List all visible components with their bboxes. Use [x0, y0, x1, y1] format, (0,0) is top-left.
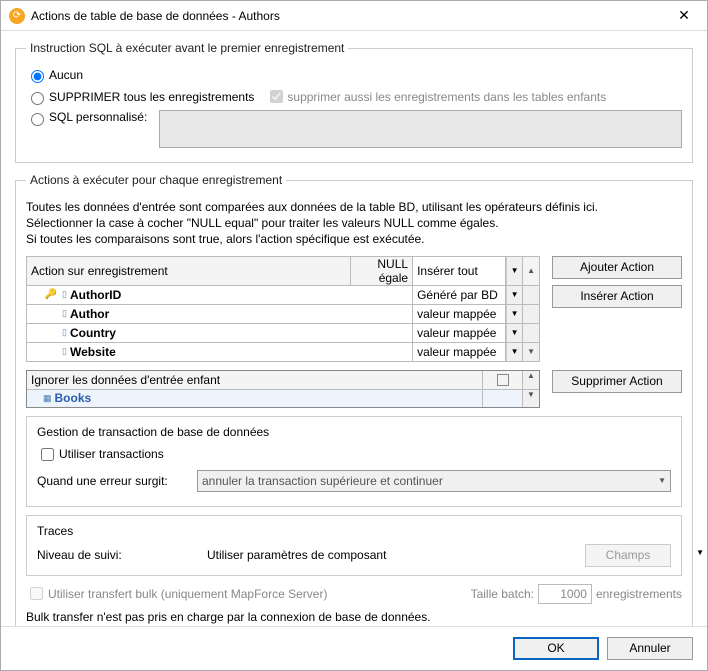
traces-group: Traces Niveau de suivi: Utiliser paramèt…: [26, 515, 682, 576]
bulk-transfer-checkbox: [30, 587, 43, 600]
col-header-action: Action sur enregistrement: [27, 256, 351, 285]
insert-action-button[interactable]: Insérer Action: [552, 285, 682, 308]
ok-button[interactable]: OK: [513, 637, 599, 660]
column-icon: ▯: [62, 346, 67, 357]
trace-level-label: Niveau de suivi:: [37, 548, 197, 562]
check-delete-children-label: supprimer aussi les enregistrements dans…: [287, 90, 606, 104]
actions-legend: Actions à exécuter pour chaque enregistr…: [26, 173, 286, 187]
custom-sql-textarea[interactable]: [159, 110, 682, 148]
column-icon: ▯: [62, 308, 67, 319]
transaction-group: Gestion de transaction de base de donnée…: [26, 416, 682, 507]
radio-none[interactable]: [31, 70, 44, 83]
use-transactions-checkbox[interactable]: [41, 448, 54, 461]
column-icon: ▯: [62, 327, 67, 338]
value-dropdown[interactable]: valeur mappée▼: [413, 343, 522, 361]
sql-before-group: Instruction SQL à exécuter avant le prem…: [15, 41, 693, 163]
delete-action-button[interactable]: Supprimer Action: [552, 370, 682, 393]
column-icon: ▯: [62, 289, 67, 300]
scroll-down-icon[interactable]: ▼: [523, 342, 540, 361]
bulk-transfer-label: Utiliser transfert bulk (uniquement MapF…: [48, 587, 327, 601]
titlebar: ⟳ Actions de table de base de données - …: [1, 1, 707, 31]
cancel-button[interactable]: Annuler: [607, 637, 693, 660]
radio-none-label: Aucun: [49, 68, 83, 82]
fields-button: Champs: [585, 544, 671, 567]
traces-title: Traces: [37, 524, 671, 538]
action-type-dropdown[interactable]: Insérer tout▼: [413, 257, 522, 285]
child-table-row[interactable]: ▦Books ▼: [27, 390, 539, 407]
radio-custom-sql[interactable]: [31, 113, 44, 126]
dialog-footer: OK Annuler: [1, 626, 707, 670]
app-icon: ⟳: [9, 8, 25, 24]
actions-description: Toutes les données d'entrée sont comparé…: [26, 199, 682, 248]
scroll-down-icon[interactable]: ▼: [523, 390, 539, 407]
col-header-null: NULL égale: [351, 256, 413, 285]
table-row[interactable]: 🔑▯AuthorID Généré par BD▼: [27, 285, 540, 304]
radio-custom-sql-label: SQL personnalisé:: [49, 110, 147, 124]
table-icon: ▦: [43, 393, 52, 404]
dialog-window: ⟳ Actions de table de base de données - …: [0, 0, 708, 671]
chevron-down-icon: ▼: [506, 286, 522, 304]
actions-table[interactable]: Action sur enregistrement NULL égale Ins…: [26, 256, 540, 362]
table-row[interactable]: ▯Country valeur mappée▼: [27, 323, 540, 342]
batch-unit-label: enregistrements: [596, 587, 682, 601]
chevron-down-icon: ▼: [696, 548, 704, 557]
use-transactions-label: Utiliser transactions: [59, 447, 164, 461]
value-dropdown[interactable]: Généré par BD▼: [413, 286, 522, 304]
on-error-select[interactable]: annuler la transaction supérieure et con…: [197, 470, 671, 492]
actions-group: Actions à exécuter pour chaque enregistr…: [15, 173, 693, 626]
primary-key-icon: 🔑: [43, 289, 59, 300]
on-error-label: Quand une erreur surgit:: [37, 474, 197, 488]
sql-before-legend: Instruction SQL à exécuter avant le prem…: [26, 41, 348, 55]
window-title: Actions de table de base de données - Au…: [31, 9, 669, 23]
ignore-child-checkbox[interactable]: [497, 374, 509, 386]
check-delete-children: [270, 90, 283, 103]
value-dropdown[interactable]: valeur mappée▼: [413, 305, 522, 323]
close-icon[interactable]: ✕: [669, 7, 699, 24]
chevron-down-icon: ▼: [506, 324, 522, 342]
table-row[interactable]: ▯Website valeur mappée▼ ▼: [27, 342, 540, 361]
table-row[interactable]: ▯Author valeur mappée▼: [27, 304, 540, 323]
scroll-up-icon[interactable]: ▲: [523, 371, 539, 389]
bulk-note: Bulk transfer n'est pas pris en charge p…: [26, 610, 682, 624]
chevron-down-icon: ▼: [506, 343, 522, 361]
chevron-down-icon: ▼: [506, 305, 522, 323]
chevron-down-icon: ▼: [506, 257, 522, 285]
transaction-title: Gestion de transaction de base de donnée…: [37, 425, 671, 439]
child-header-label: Ignorer les données d'entrée enfant: [27, 371, 483, 389]
batch-size-label: Taille batch:: [471, 587, 534, 601]
chevron-down-icon: ▼: [658, 476, 666, 485]
radio-delete-all-label: SUPPRIMER tous les enregistrements: [49, 90, 254, 104]
dialog-content: Instruction SQL à exécuter avant le prem…: [1, 31, 707, 626]
batch-size-input: 1000: [538, 584, 592, 604]
child-data-grid[interactable]: Ignorer les données d'entrée enfant ▲ ▦B…: [26, 370, 540, 408]
value-dropdown[interactable]: valeur mappée▼: [413, 324, 522, 342]
scroll-up-icon[interactable]: ▲: [523, 256, 540, 285]
trace-level-select[interactable]: Utiliser paramètres de composant▼: [207, 548, 575, 562]
add-action-button[interactable]: Ajouter Action: [552, 256, 682, 279]
radio-delete-all[interactable]: [31, 92, 44, 105]
